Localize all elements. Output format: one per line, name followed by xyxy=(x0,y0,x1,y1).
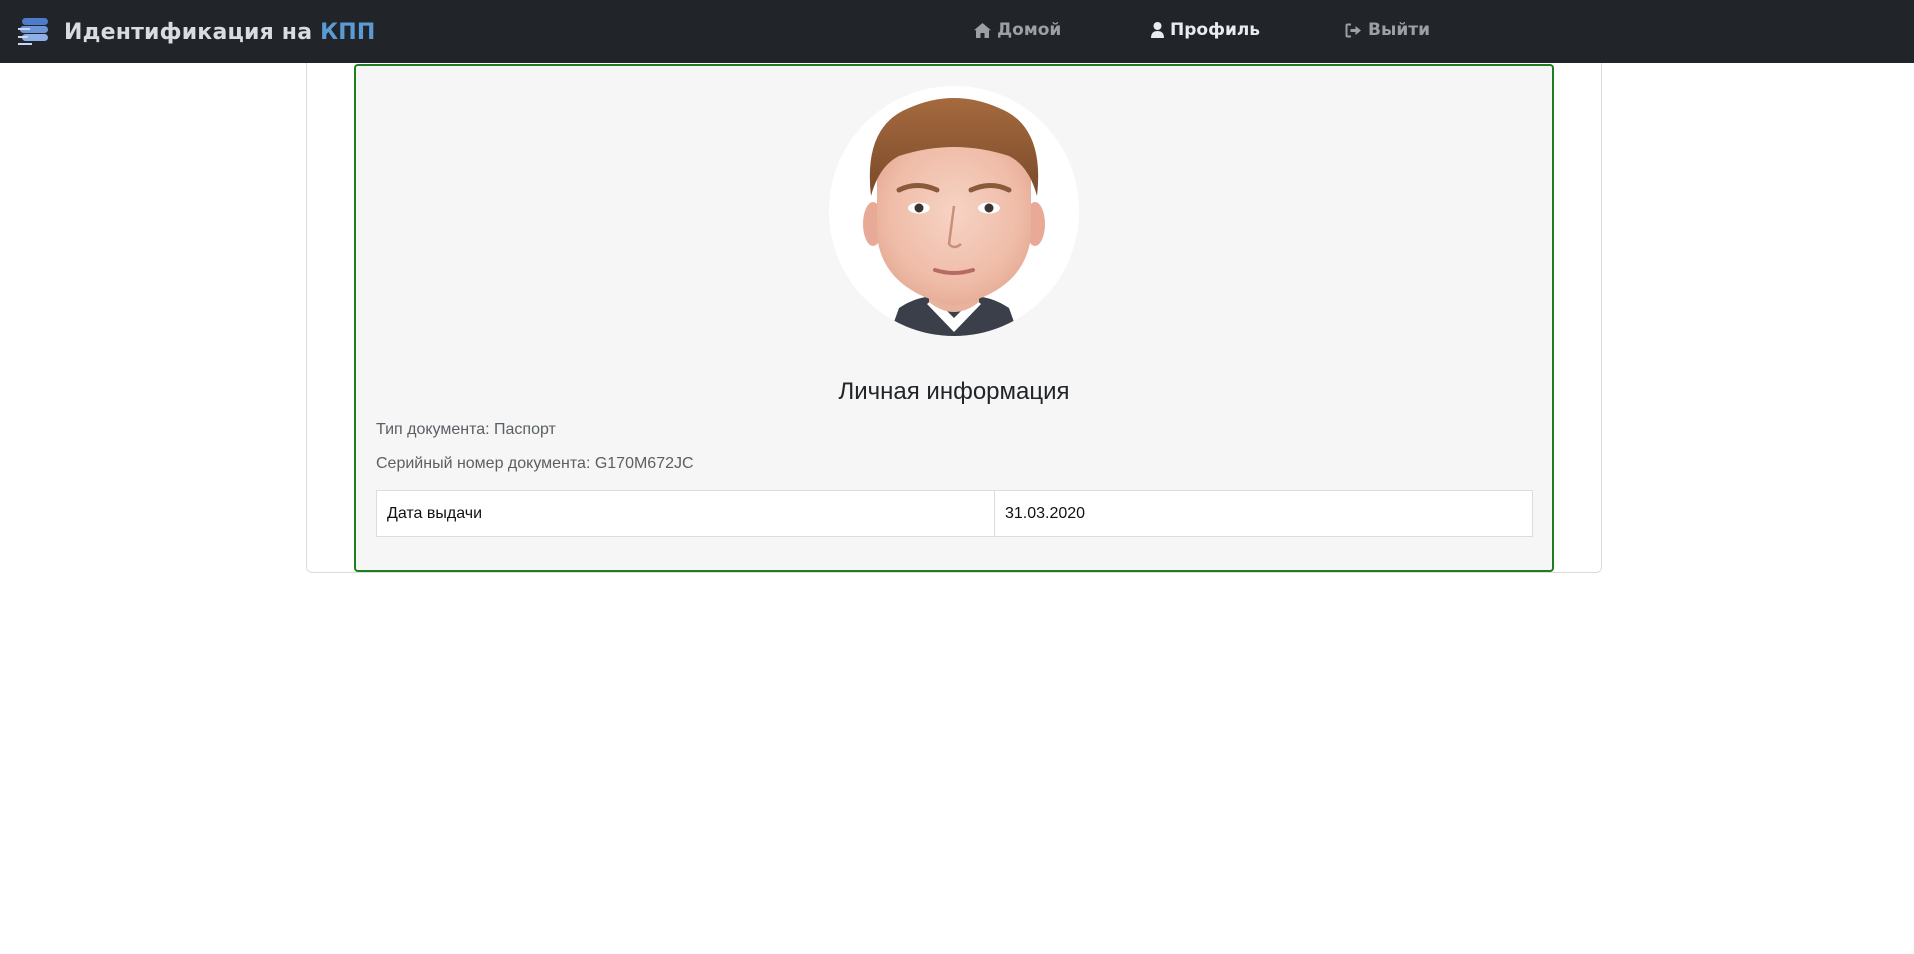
document-type-line: Тип документа: Паспорт xyxy=(376,421,556,439)
brand-title-main: Идентификация на xyxy=(64,19,321,45)
nav-home-label: Домой xyxy=(997,20,1062,40)
brand[interactable]: Идентификация на КПП xyxy=(18,12,376,52)
nav-logout-label: Выйти xyxy=(1368,20,1431,40)
top-navbar: Идентификация на КПП Домой Профиль Выйти xyxy=(0,0,1914,63)
document-type-value: Паспорт xyxy=(494,421,556,438)
nav-profile-label: Профиль xyxy=(1170,20,1261,40)
issue-date-label: Дата выдачи xyxy=(376,490,995,537)
stack-layers-icon xyxy=(18,18,48,45)
brand-title-accent: КПП xyxy=(320,19,376,45)
brand-title: Идентификация на КПП xyxy=(64,20,376,45)
nav-home-link[interactable]: Домой xyxy=(974,18,1061,42)
document-info-table: Дата выдачи 31.03.2020 xyxy=(376,490,1533,537)
sign-out-icon xyxy=(1345,23,1361,37)
nav-profile-link[interactable]: Профиль xyxy=(1151,18,1260,42)
document-serial-line: Серийный номер документа: G170M672JC xyxy=(376,455,694,473)
avatar xyxy=(829,86,1079,336)
issue-date-value: 31.03.2020 xyxy=(994,490,1533,537)
nav-logout-link[interactable]: Выйти xyxy=(1345,18,1430,42)
user-icon xyxy=(1151,22,1164,38)
face-photo xyxy=(829,86,1079,336)
document-type-label: Тип документа: xyxy=(376,421,495,438)
profile-card: Личная информация Тип документа: Паспорт… xyxy=(354,64,1554,572)
document-serial-value: G170M672JC xyxy=(594,455,694,472)
table-row: Дата выдачи 31.03.2020 xyxy=(376,490,1533,537)
document-serial-label: Серийный номер документа: xyxy=(376,455,595,472)
home-icon xyxy=(974,22,991,38)
section-title: Личная информация xyxy=(838,378,1070,405)
